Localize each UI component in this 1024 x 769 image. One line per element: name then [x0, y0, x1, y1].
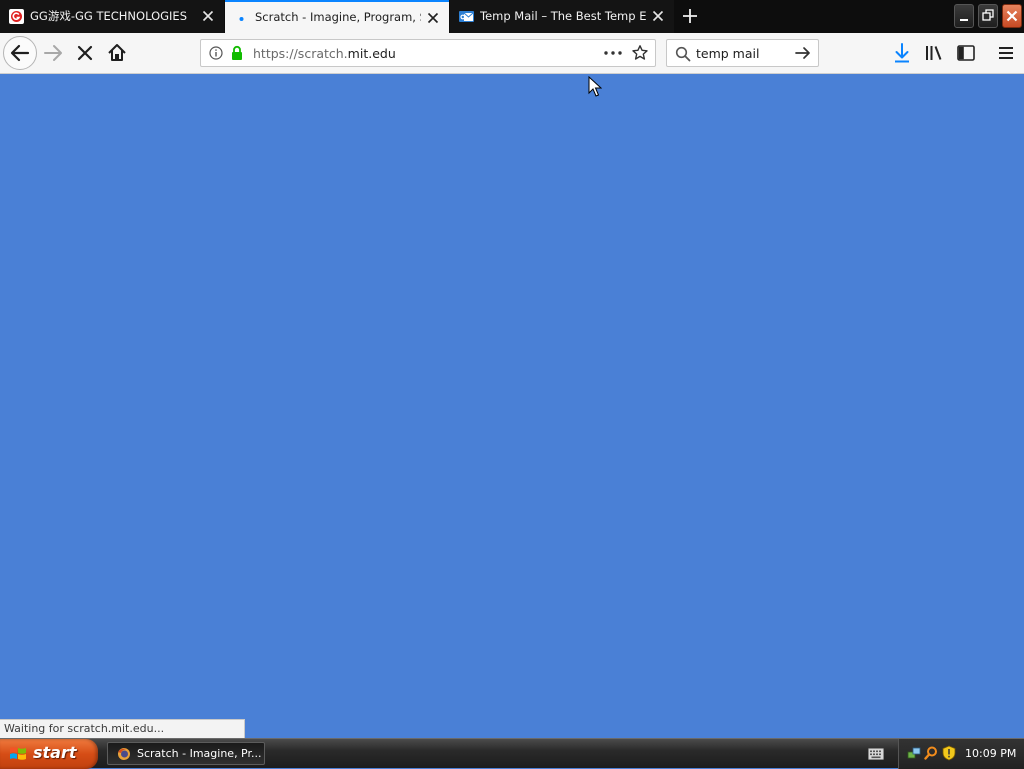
gg-logo-icon — [9, 9, 24, 24]
arrow-left-icon — [10, 44, 30, 62]
minimize-icon — [960, 19, 968, 21]
bookmark-star-icon[interactable] — [631, 44, 649, 62]
back-button[interactable] — [3, 36, 37, 70]
search-go-arrow-icon[interactable] — [794, 45, 812, 61]
tab-title: Temp Mail – The Best Temp Email Service — [480, 9, 646, 23]
url-host: mit.edu — [347, 46, 396, 61]
navigation-toolbar: https://scratch.mit.edu — [0, 33, 1024, 74]
start-button[interactable]: start — [0, 739, 98, 769]
search-tray-icon[interactable] — [924, 746, 938, 760]
tab-title: GG游戏-GG TECHNOLOGIES — [30, 9, 187, 23]
taskbar-item-scratch[interactable]: Scratch - Imagine, Pr... — [107, 742, 265, 765]
tab-title: Scratch - Imagine, Program, Share — [255, 10, 421, 24]
stop-button[interactable] — [69, 37, 101, 69]
lock-icon[interactable] — [230, 45, 244, 61]
taskbar-item-label: Scratch - Imagine, Pr... — [137, 747, 261, 760]
close-tab-icon[interactable] — [652, 10, 664, 22]
library-icon[interactable] — [924, 43, 944, 63]
close-icon — [1006, 10, 1018, 22]
taskbar: start Scratch - Imagine, Pr... 10:09 PM — [0, 738, 1024, 769]
search-input[interactable] — [696, 44, 786, 62]
tab-scratch[interactable]: Scratch - Imagine, Program, Share — [225, 0, 449, 33]
firefox-app-icon — [118, 748, 130, 760]
security-shield-icon[interactable] — [942, 745, 956, 761]
restore-icon — [982, 9, 994, 21]
search-icon — [675, 46, 691, 62]
tab-temp-mail[interactable]: Temp Mail – The Best Temp Email Service — [450, 0, 674, 33]
sidebar-toggle-icon[interactable] — [956, 43, 976, 63]
arrow-right-icon — [44, 45, 62, 61]
windows-logo-icon — [10, 747, 26, 760]
url-text[interactable]: https://scratch.mit.edu — [253, 46, 396, 61]
home-button[interactable] — [101, 37, 133, 69]
info-icon[interactable] — [209, 46, 223, 60]
tab-gg-technologies[interactable]: GG游戏-GG TECHNOLOGIES — [0, 0, 224, 33]
page-content: Waiting for scratch.mit.edu... — [0, 74, 1024, 738]
mouse-cursor-icon — [588, 76, 602, 97]
address-bar[interactable]: https://scratch.mit.edu — [200, 39, 656, 67]
start-label: start — [33, 743, 77, 762]
hamburger-menu-icon[interactable] — [996, 43, 1016, 63]
downloads-icon[interactable] — [892, 42, 912, 64]
system-tray: 10:09 PM — [898, 739, 1024, 769]
minimize-button[interactable] — [954, 4, 974, 28]
url-prefix: https://scratch. — [253, 46, 348, 61]
home-icon — [108, 44, 126, 61]
status-bar: Waiting for scratch.mit.edu... — [0, 719, 245, 738]
forward-button[interactable] — [37, 37, 69, 69]
temp-mail-icon — [459, 11, 474, 22]
network-icon[interactable] — [907, 746, 921, 760]
more-actions-icon[interactable] — [602, 45, 624, 61]
search-bar[interactable] — [666, 39, 819, 67]
keyboard-icon[interactable] — [868, 748, 884, 760]
stop-x-icon — [77, 45, 93, 61]
close-tab-icon[interactable] — [427, 12, 439, 24]
loading-dot-icon — [239, 17, 244, 21]
new-tab-icon[interactable] — [681, 7, 699, 25]
clock: 10:09 PM — [965, 747, 1017, 760]
tab-strip: GG游戏-GG TECHNOLOGIES Scratch - Imagine, … — [0, 0, 1024, 33]
close-window-button[interactable] — [1002, 4, 1022, 28]
close-tab-icon[interactable] — [202, 10, 214, 22]
restore-button[interactable] — [978, 4, 998, 28]
